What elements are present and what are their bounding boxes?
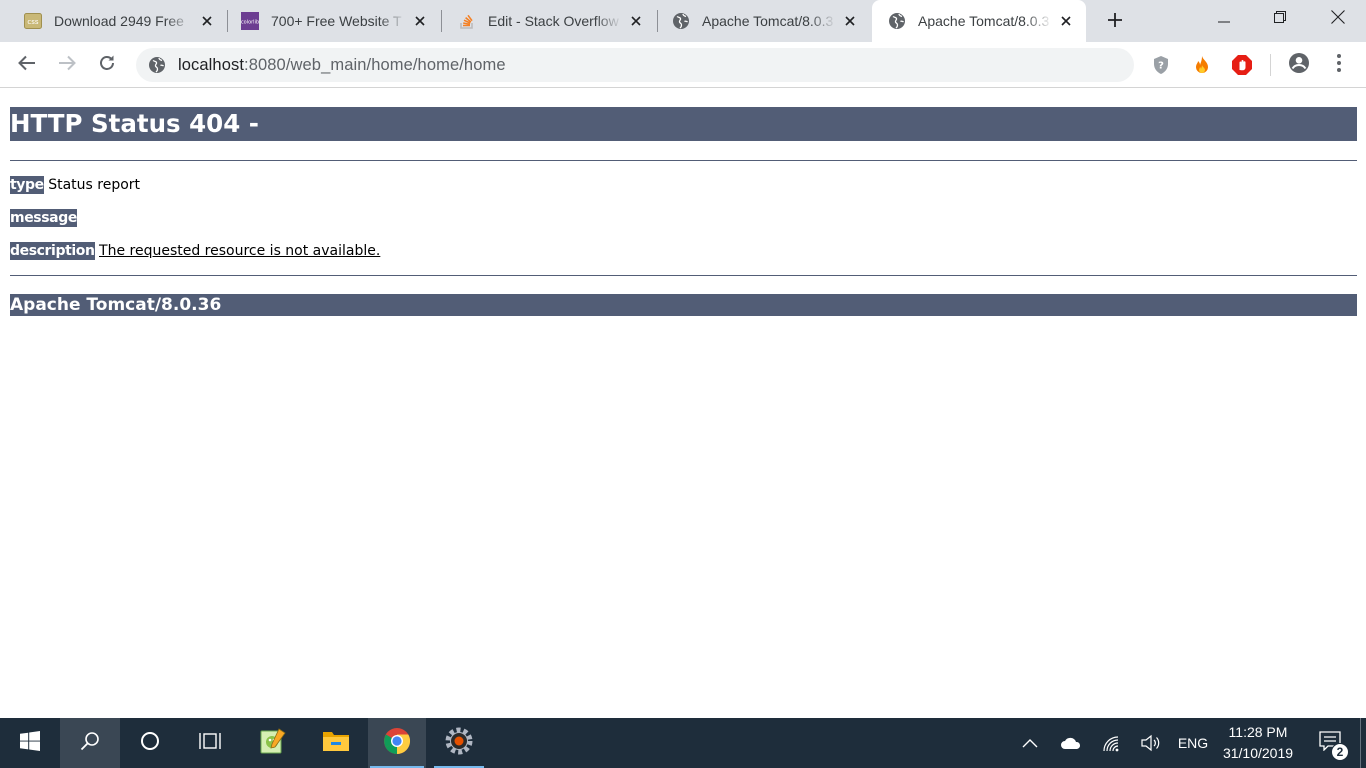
close-icon — [1330, 9, 1345, 29]
task-view-button[interactable] — [180, 718, 240, 768]
url-text: localhost:8080/web_main/home/home/home — [178, 56, 506, 75]
description-label: description — [10, 242, 95, 260]
task-view-icon — [199, 731, 221, 756]
globe-icon — [672, 12, 690, 30]
file-explorer-button[interactable] — [306, 718, 366, 768]
folder-icon — [322, 729, 350, 758]
tab-strip: css Download 2949 Free colorlib 700+ Fre… — [0, 0, 1366, 42]
language-indicator[interactable]: ENG — [1175, 732, 1211, 754]
minimize-icon — [1217, 10, 1230, 28]
minimize-button[interactable] — [1195, 0, 1252, 38]
flame-extension-icon[interactable] — [1190, 53, 1214, 77]
cortana-button[interactable] — [120, 718, 180, 768]
tab-title: Download 2949 Free — [54, 13, 184, 29]
close-window-button[interactable] — [1309, 0, 1366, 38]
plus-icon — [1107, 12, 1123, 33]
chrome-icon — [383, 727, 411, 760]
forward-button[interactable] — [52, 50, 82, 80]
restore-button[interactable] — [1251, 0, 1308, 38]
server-footer: Apache Tomcat/8.0.36 — [10, 294, 1357, 316]
chevron-up-icon — [1022, 735, 1038, 751]
reload-icon — [98, 54, 116, 77]
profile-button[interactable] — [1287, 52, 1311, 79]
divider — [10, 275, 1357, 276]
clock[interactable]: 11:28 PM 31/10/2019 — [1212, 722, 1304, 764]
url-host: localhost — [178, 55, 245, 74]
clock-time: 11:28 PM — [1228, 724, 1288, 740]
type-value: Status report — [48, 177, 141, 193]
description-row: description The requested resource is no… — [10, 241, 380, 261]
tab-title: 700+ Free Website T — [271, 13, 402, 29]
onedrive-tray-icon[interactable] — [1058, 732, 1084, 754]
taskbar: ENG 11:28 PM 31/10/2019 2 — [0, 718, 1366, 768]
action-center-button[interactable]: 2 — [1308, 726, 1352, 761]
notepad-app-button[interactable] — [244, 718, 302, 768]
start-button[interactable] — [0, 718, 60, 768]
notification-count-badge: 2 — [1331, 743, 1349, 761]
colorlib-icon: colorlib — [241, 12, 259, 30]
description-value: The requested resource is not available. — [99, 243, 381, 259]
message-label: message — [10, 209, 77, 227]
close-tab-icon[interactable] — [840, 11, 860, 31]
tab-tomcat-1[interactable]: Apache Tomcat/8.0.3 — [658, 0, 870, 42]
browser-toolbar: localhost:8080/web_main/home/home/home ? — [0, 42, 1366, 88]
page-title: HTTP Status 404 - — [10, 107, 1357, 141]
message-row: message — [10, 208, 77, 228]
stackoverflow-icon — [458, 12, 476, 30]
url-path: :8080/web_main/home/home/home — [244, 55, 506, 74]
address-bar[interactable]: localhost:8080/web_main/home/home/home — [136, 48, 1134, 82]
globe-icon — [888, 12, 906, 30]
more-vert-icon — [1337, 53, 1341, 77]
css-icon: css — [24, 12, 42, 30]
account-icon — [1288, 52, 1310, 79]
search-button[interactable] — [60, 718, 120, 768]
back-button[interactable] — [12, 50, 42, 80]
svg-text:?: ? — [1158, 61, 1164, 72]
reload-button[interactable] — [92, 50, 122, 80]
tab-title: Edit - Stack Overflow — [488, 13, 619, 29]
site-info-icon[interactable] — [148, 56, 166, 74]
page-content: HTTP Status 404 - type Status report mes… — [0, 89, 1366, 718]
tab-colorlib[interactable]: colorlib 700+ Free Website T — [228, 0, 440, 42]
show-desktop-button[interactable] — [1360, 718, 1366, 768]
close-tab-icon[interactable] — [626, 11, 646, 31]
type-label: type — [10, 176, 44, 194]
notepad-plus-icon — [259, 727, 287, 760]
search-icon — [80, 731, 100, 756]
svg-text:colorlib: colorlib — [241, 20, 259, 26]
arrow-right-icon — [58, 55, 76, 76]
menu-button[interactable] — [1327, 53, 1351, 77]
clock-date: 31/10/2019 — [1222, 745, 1294, 761]
tab-stackoverflow[interactable]: Edit - Stack Overflow — [442, 0, 656, 42]
adblock-extension-icon[interactable] — [1230, 53, 1254, 77]
close-tab-icon[interactable] — [1056, 11, 1076, 31]
close-tab-icon[interactable] — [410, 11, 430, 31]
tab-download-css[interactable]: css Download 2949 Free — [0, 0, 227, 42]
gear-app-button[interactable] — [432, 718, 486, 768]
privacy-extension-icon[interactable]: ? — [1149, 53, 1173, 77]
show-hidden-icons-button[interactable] — [1018, 732, 1042, 754]
restore-icon — [1273, 10, 1286, 28]
arrow-left-icon — [18, 55, 36, 76]
tab-title: Apache Tomcat/8.0.3 — [702, 13, 834, 29]
volume-tray-icon[interactable] — [1139, 732, 1163, 754]
close-tab-icon[interactable] — [197, 11, 217, 31]
chrome-app-button[interactable] — [368, 718, 426, 768]
tab-tomcat-active[interactable]: Apache Tomcat/8.0.3 — [872, 0, 1086, 42]
new-tab-button[interactable] — [1101, 8, 1129, 36]
wifi-tray-icon[interactable] — [1099, 732, 1123, 754]
type-row: type Status report — [10, 175, 140, 195]
windows-icon — [20, 730, 40, 756]
tab-title: Apache Tomcat/8.0.3 — [918, 13, 1050, 29]
cortana-icon — [140, 731, 160, 756]
svg-text:css: css — [27, 18, 38, 26]
divider — [10, 160, 1357, 161]
gear-icon — [444, 726, 474, 761]
toolbar-separator — [1270, 54, 1271, 76]
